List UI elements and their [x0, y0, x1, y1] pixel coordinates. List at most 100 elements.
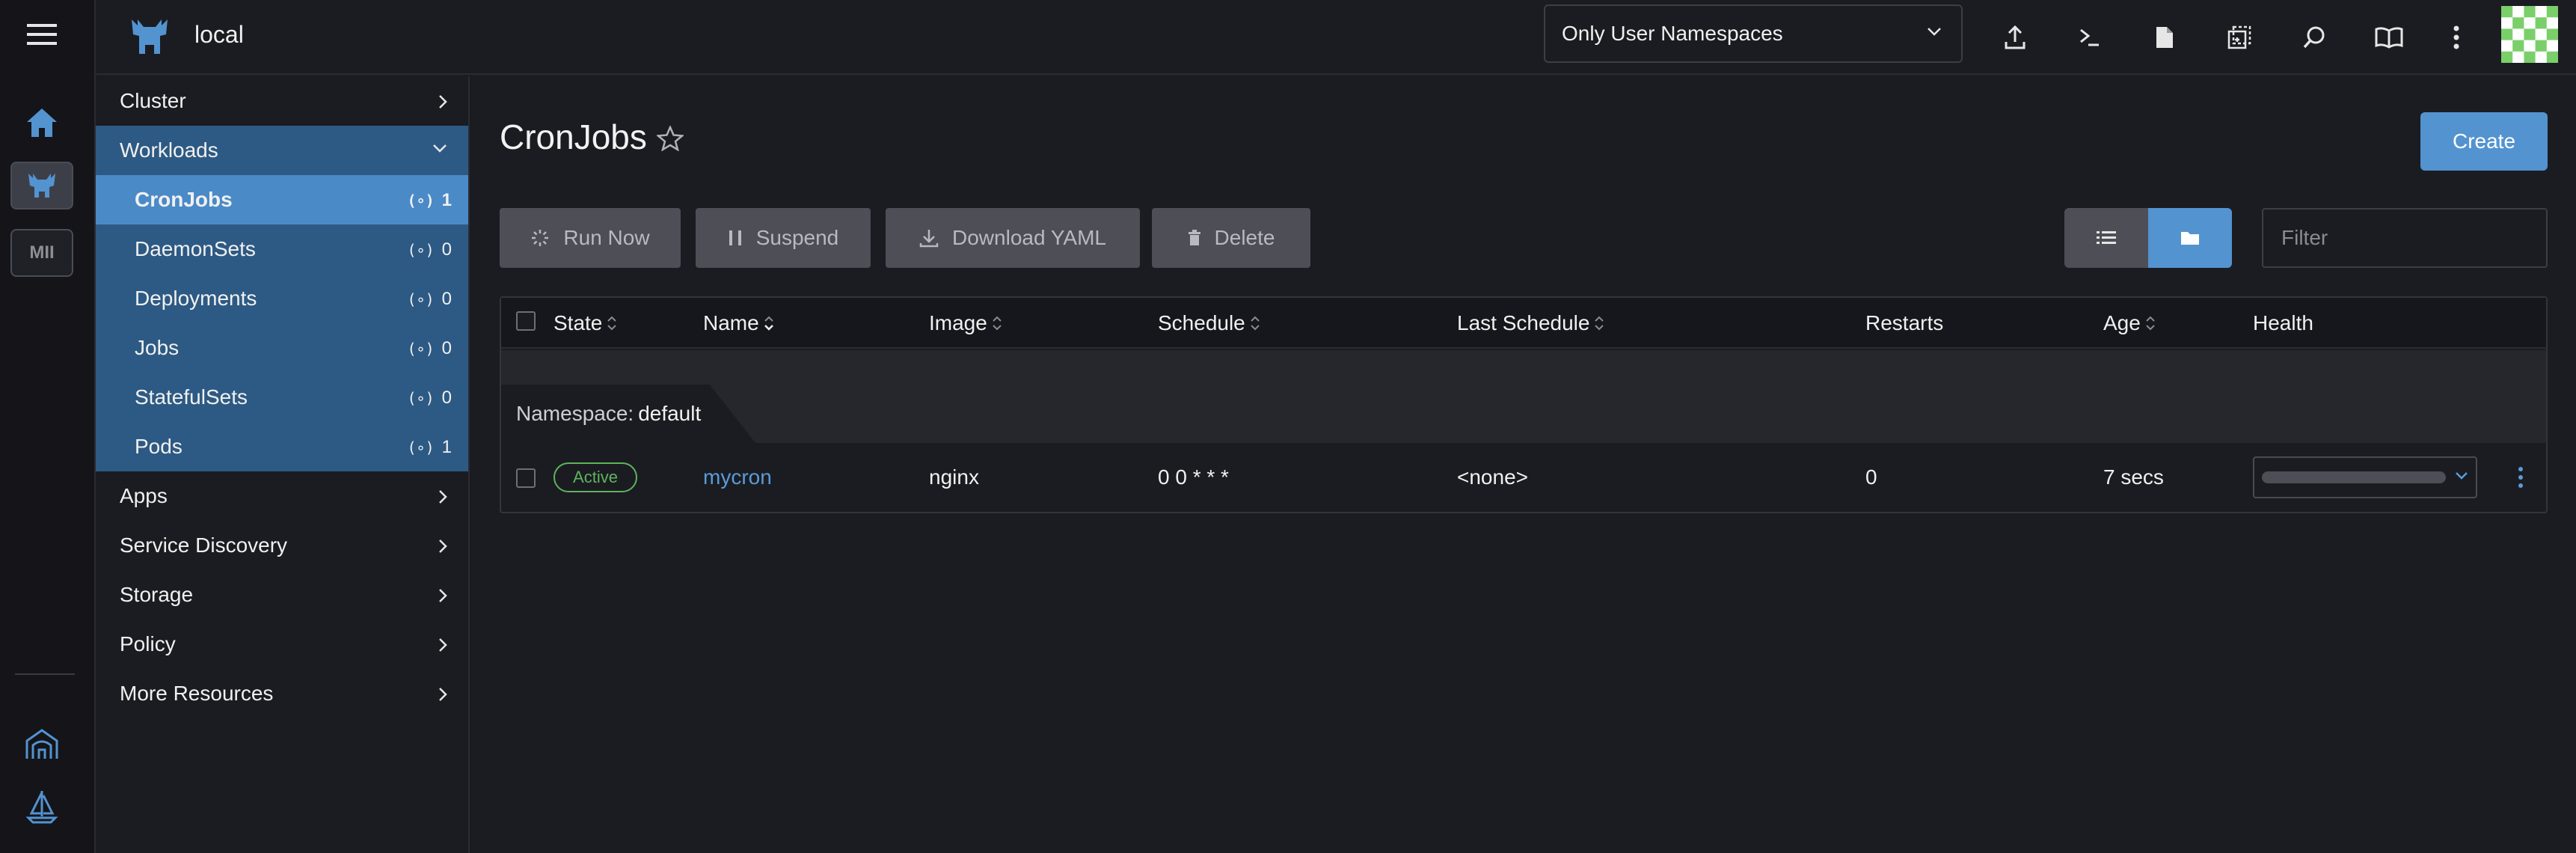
column-header-age[interactable]: Age: [2103, 311, 2156, 335]
sidebar-item-label: StatefulSets: [135, 385, 248, 409]
download-yaml-button[interactable]: Download YAML: [886, 208, 1140, 268]
sidebar-item-label: Deployments: [135, 287, 257, 310]
column-label: Age: [2103, 311, 2141, 334]
nav-group-label: Service Discovery: [120, 533, 288, 557]
resource-count-icon: (∘): [407, 438, 435, 456]
main-content: CronJobs Create Run Now Suspend Download…: [471, 76, 2576, 853]
sidebar-item-pods[interactable]: Pods (∘) 1: [96, 422, 468, 471]
run-now-button[interactable]: Run Now: [500, 208, 681, 268]
nav-group-workloads[interactable]: Workloads: [96, 126, 468, 175]
column-header-image[interactable]: Image: [929, 311, 1002, 335]
spinner-icon: [530, 228, 550, 248]
resource-count-icon: (∘): [407, 241, 435, 259]
resource-count-icon: (∘): [407, 340, 435, 358]
group-by-namespace-toggle[interactable]: [2148, 208, 2232, 268]
sidebar-item-label: DaemonSets: [135, 237, 256, 260]
page-title: CronJobs: [500, 117, 647, 156]
chevron-right-icon: [438, 638, 447, 652]
column-header-restarts: Restarts: [1865, 311, 1943, 335]
column-label: Image: [929, 311, 987, 334]
resource-count-icon: (∘): [407, 389, 435, 407]
namespace-group-header: [501, 350, 2546, 443]
column-header-state[interactable]: State: [553, 311, 617, 335]
list-view-toggle[interactable]: [2064, 208, 2148, 268]
pause-icon: [728, 229, 743, 247]
row-select-checkbox[interactable]: [516, 468, 536, 488]
restarts-cell: 0: [1865, 465, 1877, 489]
home-icon[interactable]: [10, 102, 73, 144]
nav-group-more-resources[interactable]: More Resources: [96, 669, 468, 718]
column-label: Name: [703, 311, 759, 334]
row-actions-kebab-icon[interactable]: [2506, 461, 2536, 494]
folder-icon: [2180, 230, 2200, 245]
file-icon[interactable]: [2144, 16, 2186, 58]
sidebar-item-cronjobs[interactable]: CronJobs (∘) 1: [96, 175, 468, 224]
kebab-menu-icon[interactable]: [2435, 16, 2477, 58]
column-label: State: [553, 311, 603, 334]
namespace-filter-value: Only User Namespaces: [1562, 22, 1783, 45]
user-avatar[interactable]: [2501, 6, 2558, 63]
top-header: local Only User Namespaces: [96, 0, 2576, 75]
chevron-right-icon: [438, 539, 447, 554]
copy-file-icon[interactable]: [2218, 16, 2260, 58]
column-label: Restarts: [1865, 311, 1944, 334]
download-yaml-label: Download YAML: [952, 226, 1106, 249]
sidebar-item-jobs[interactable]: Jobs (∘) 0: [96, 323, 468, 373]
sort-descending-icon: [764, 315, 774, 331]
suspend-label: Suspend: [755, 226, 839, 249]
cronjob-name[interactable]: mycron: [703, 465, 772, 489]
upload-icon[interactable]: [1994, 16, 2036, 58]
age-cell: 7 secs: [2103, 465, 2164, 489]
column-header-schedule[interactable]: Schedule: [1158, 311, 1260, 335]
cronjob-name-link[interactable]: mycron: [703, 465, 772, 489]
sort-icon: [2145, 315, 2156, 331]
download-icon: [919, 228, 939, 248]
nav-group-service-discovery[interactable]: Service Discovery: [96, 521, 468, 570]
rail-divider: [15, 673, 75, 675]
resource-count: 0: [441, 338, 452, 358]
harbor-icon[interactable]: [10, 720, 73, 768]
namespace-group-name: default: [638, 402, 702, 425]
fleet-icon[interactable]: [10, 783, 73, 831]
resource-count-icon: (∘): [407, 290, 435, 308]
schedule-cell: 0 0 * * *: [1158, 465, 1229, 489]
book-icon[interactable]: [2368, 16, 2410, 58]
cluster-mii-button[interactable]: MII: [10, 229, 73, 277]
health-progress-bar: [2262, 471, 2446, 483]
filter-input[interactable]: [2262, 208, 2548, 268]
star-icon[interactable]: [657, 126, 684, 151]
sidebar-item-label: Pods: [135, 435, 183, 458]
column-label: Last Schedule: [1457, 311, 1590, 334]
cluster-icon[interactable]: [10, 162, 73, 210]
nav-group-storage[interactable]: Storage: [96, 570, 468, 620]
sidebar-item-statefulsets[interactable]: StatefulSets (∘) 0: [96, 373, 468, 422]
chevron-down-icon: [432, 144, 447, 153]
column-header-last-schedule[interactable]: Last Schedule: [1457, 311, 1604, 335]
resource-count-icon: (∘): [407, 192, 435, 210]
sidebar-item-deployments[interactable]: Deployments (∘) 0: [96, 274, 468, 323]
nav-group-policy[interactable]: Policy: [96, 620, 468, 669]
create-button[interactable]: Create: [2420, 112, 2548, 171]
hamburger-menu-icon[interactable]: [10, 13, 73, 55]
search-icon[interactable]: [2293, 16, 2335, 58]
health-dropdown[interactable]: [2253, 456, 2477, 498]
delete-button[interactable]: Delete: [1152, 208, 1310, 268]
resource-count: 0: [441, 289, 452, 309]
nav-group-label: Cluster: [120, 89, 186, 112]
namespace-filter-select[interactable]: Only User Namespaces: [1544, 4, 1963, 63]
column-header-name[interactable]: Name: [703, 311, 774, 335]
nav-group-cluster[interactable]: Cluster: [96, 76, 468, 126]
terminal-icon[interactable]: [2069, 16, 2111, 58]
column-label: Schedule: [1158, 311, 1245, 334]
nav-group-label: More Resources: [120, 682, 274, 705]
column-header-health: Health: [2253, 311, 2313, 335]
select-all-checkbox[interactable]: [516, 311, 536, 331]
nav-group-apps[interactable]: Apps: [96, 471, 468, 521]
sidebar-item-daemonsets[interactable]: DaemonSets (∘) 0: [96, 224, 468, 274]
resource-count: 0: [441, 239, 452, 260]
column-label: Health: [2253, 311, 2313, 334]
table-row[interactable]: Active mycron nginx 0 0 * * * <none> 0 7…: [501, 443, 2546, 512]
chevron-right-icon: [438, 94, 447, 109]
cluster-name: local: [194, 21, 244, 48]
suspend-button[interactable]: Suspend: [696, 208, 871, 268]
